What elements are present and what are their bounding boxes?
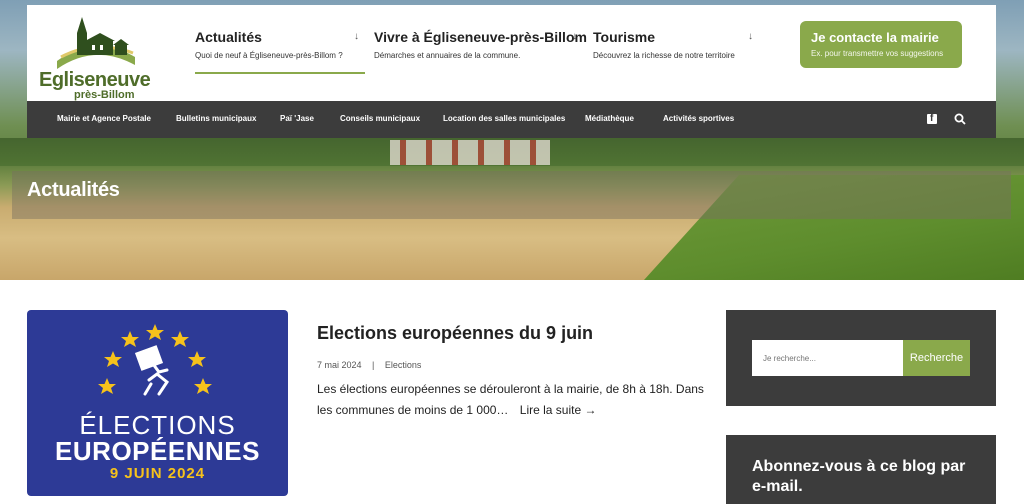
topnav-title: Tourisme bbox=[593, 29, 655, 45]
article-excerpt: Les élections européennes se dérouleront… bbox=[317, 379, 707, 421]
thumbnail-line3: 9 JUIN 2024 bbox=[109, 465, 206, 482]
search-widget: Recherche bbox=[726, 310, 996, 406]
topnav-subtitle: Démarches et annuaires de la commune. bbox=[374, 51, 521, 60]
menu-item-mediatheque[interactable]: Médiathèque bbox=[585, 114, 634, 123]
article-date: 7 mai 2024 bbox=[317, 360, 362, 370]
read-more-link[interactable]: Lire la suite → bbox=[520, 403, 597, 417]
page-title: Actualités bbox=[27, 179, 120, 201]
hero-village bbox=[390, 140, 550, 165]
topnav-vivre[interactable]: Vivre à Égliseneuve-près-Billom Démarche… bbox=[374, 29, 587, 74]
topnav-tourisme[interactable]: Tourisme Découvrez la richesse de notre … bbox=[593, 29, 757, 74]
facebook-icon[interactable]: f bbox=[927, 113, 937, 124]
church-logo-icon bbox=[57, 17, 135, 69]
search-button[interactable]: Recherche bbox=[903, 340, 970, 376]
logo-subname: près-Billom bbox=[74, 89, 135, 101]
page-title-band: Actualités bbox=[12, 171, 1011, 219]
menu-item-activites[interactable]: Activités sportives bbox=[663, 114, 734, 123]
site-logo[interactable]: Egliseneuve près-Billom bbox=[37, 11, 157, 101]
article-category[interactable]: Elections bbox=[385, 360, 422, 370]
contact-button-title: Je contacte la mairie bbox=[811, 30, 939, 45]
eu-stars-ballot-icon bbox=[98, 324, 212, 396]
search-icon[interactable] bbox=[954, 113, 966, 125]
menu-item-bulletins[interactable]: Bulletins municipaux bbox=[176, 114, 256, 123]
contact-mairie-button[interactable]: Je contacte la mairie Ex. pour transmett… bbox=[800, 21, 962, 68]
topnav-title: Vivre à Égliseneuve-près-Billom bbox=[374, 29, 587, 45]
subscribe-title: Abonnez-vous à ce blog par e-mail. bbox=[752, 458, 966, 495]
site-header: Egliseneuve près-Billom Actualités Quoi … bbox=[27, 5, 996, 101]
menu-item-conseils[interactable]: Conseils municipaux bbox=[340, 114, 420, 123]
menu-item-location-salles[interactable]: Location des salles municipales bbox=[443, 114, 565, 123]
article-excerpt-text: Les élections européennes se dérouleront… bbox=[317, 382, 704, 417]
contact-button-subtitle: Ex. pour transmettre vos suggestions bbox=[811, 49, 944, 58]
search-input[interactable] bbox=[752, 340, 903, 376]
menu-item-mairie[interactable]: Mairie et Agence Postale bbox=[57, 114, 151, 123]
topnav-title: Actualités bbox=[195, 29, 262, 45]
subscribe-widget: Abonnez-vous à ce blog par e-mail. bbox=[726, 435, 996, 504]
topnav-subtitle: Découvrez la richesse de notre territoir… bbox=[593, 51, 735, 60]
arrow-down-icon: ↓ bbox=[572, 31, 577, 42]
menu-item-pai-jase[interactable]: Paï 'Jase bbox=[280, 114, 314, 123]
topnav-subtitle: Quoi de neuf à Égliseneuve-près-Billom ? bbox=[195, 51, 343, 60]
main-menu-bar: Mairie et Agence Postale Bulletins munic… bbox=[27, 101, 996, 138]
article-thumbnail[interactable]: ÉLECTIONS EUROPÉENNES 9 JUIN 2024 bbox=[27, 310, 288, 496]
thumbnail-line2: EUROPÉENNES bbox=[55, 436, 260, 466]
article-meta: 7 mai 2024 | Elections bbox=[317, 360, 421, 370]
meta-separator: | bbox=[372, 360, 375, 370]
arrow-down-icon: ↓ bbox=[748, 31, 753, 42]
topnav-actualites[interactable]: Actualités Quoi de neuf à Égliseneuve-pr… bbox=[195, 29, 365, 74]
article-title[interactable]: Elections européennes du 9 juin bbox=[317, 323, 593, 344]
arrow-down-icon: ↓ bbox=[354, 31, 359, 42]
